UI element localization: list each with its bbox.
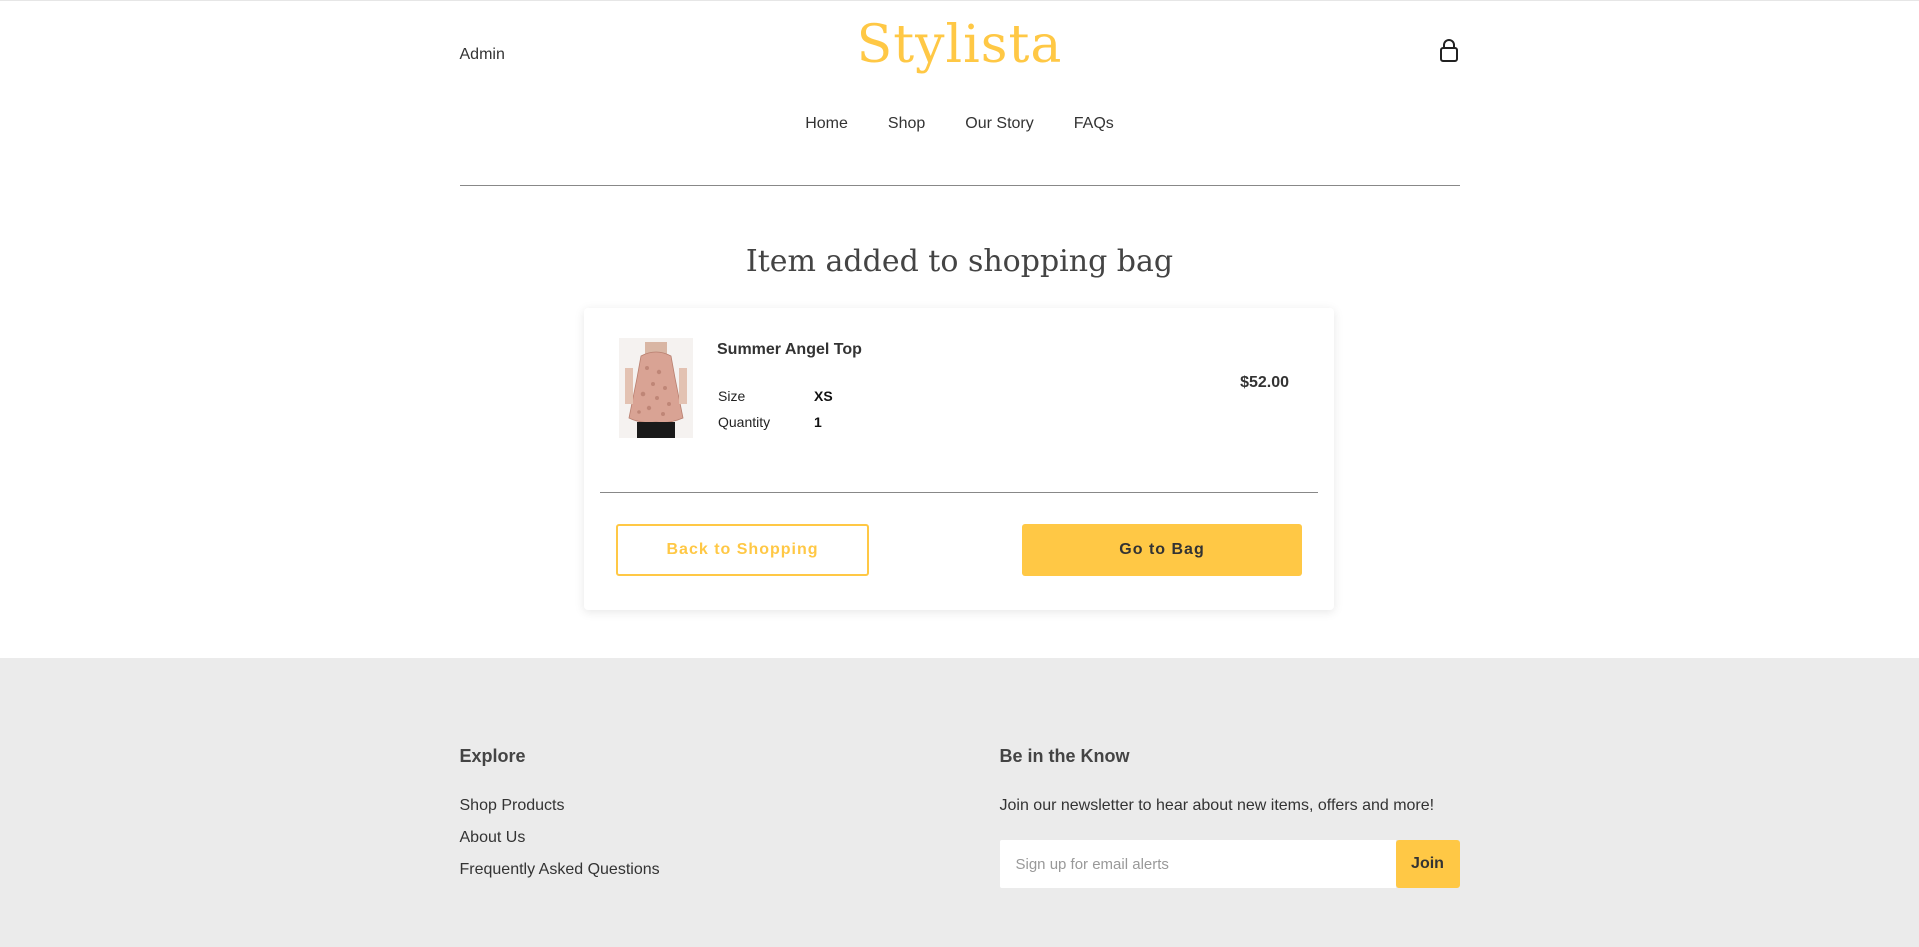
nav-home[interactable]: Home <box>805 115 848 133</box>
footer-link-faq[interactable]: Frequently Asked Questions <box>460 861 660 879</box>
product-name[interactable]: Summer Angel Top <box>717 341 862 359</box>
added-item-card: Summer Angel Top Size XS Quantity 1 $52.… <box>584 308 1334 610</box>
site-logo[interactable]: Stylista <box>857 16 1063 74</box>
quantity-label: Quantity <box>718 414 771 430</box>
item-price: $52.00 <box>1240 374 1289 391</box>
admin-link[interactable]: Admin <box>460 46 505 64</box>
page-title: Item added to shopping bag <box>745 244 1174 279</box>
footer-link-about-us[interactable]: About Us <box>460 829 526 847</box>
card-divider <box>600 492 1318 493</box>
go-to-bag-button[interactable]: Go to Bag <box>1022 524 1302 576</box>
size-label: Size <box>718 388 746 404</box>
shopping-bag-icon[interactable] <box>1438 39 1460 63</box>
newsletter-join-button[interactable]: Join <box>1395 840 1460 888</box>
quantity-value: 1 <box>814 414 822 430</box>
quantity-row: Quantity 1 <box>718 414 822 430</box>
nav-faqs[interactable]: FAQs <box>1074 115 1114 133</box>
site-header: Admin Stylista Home Shop Our Story FAQs <box>459 1 1460 186</box>
product-image <box>619 338 693 438</box>
main-content: Item added to shopping bag Summer Angel … <box>0 186 1919 659</box>
explore-title: Explore <box>459 746 526 766</box>
main-nav: Home Shop Our Story FAQs <box>460 115 1460 133</box>
footer-link-shop-products[interactable]: Shop Products <box>460 797 565 815</box>
newsletter-email-input[interactable] <box>999 840 1396 888</box>
nav-shop[interactable]: Shop <box>888 115 925 133</box>
size-value: XS <box>814 388 833 404</box>
newsletter-title: Be in the Know <box>999 746 1130 766</box>
newsletter-form: Join <box>999 840 1460 888</box>
nav-our-story[interactable]: Our Story <box>965 115 1033 133</box>
newsletter-description: Join our newsletter to hear about new it… <box>999 797 1435 814</box>
size-row: Size XS <box>718 388 833 404</box>
back-to-shopping-button[interactable]: Back to Shopping <box>616 524 869 576</box>
site-footer: Explore Shop Products About Us Frequentl… <box>0 658 1919 947</box>
footer-inner: Explore Shop Products About Us Frequentl… <box>460 658 1460 947</box>
